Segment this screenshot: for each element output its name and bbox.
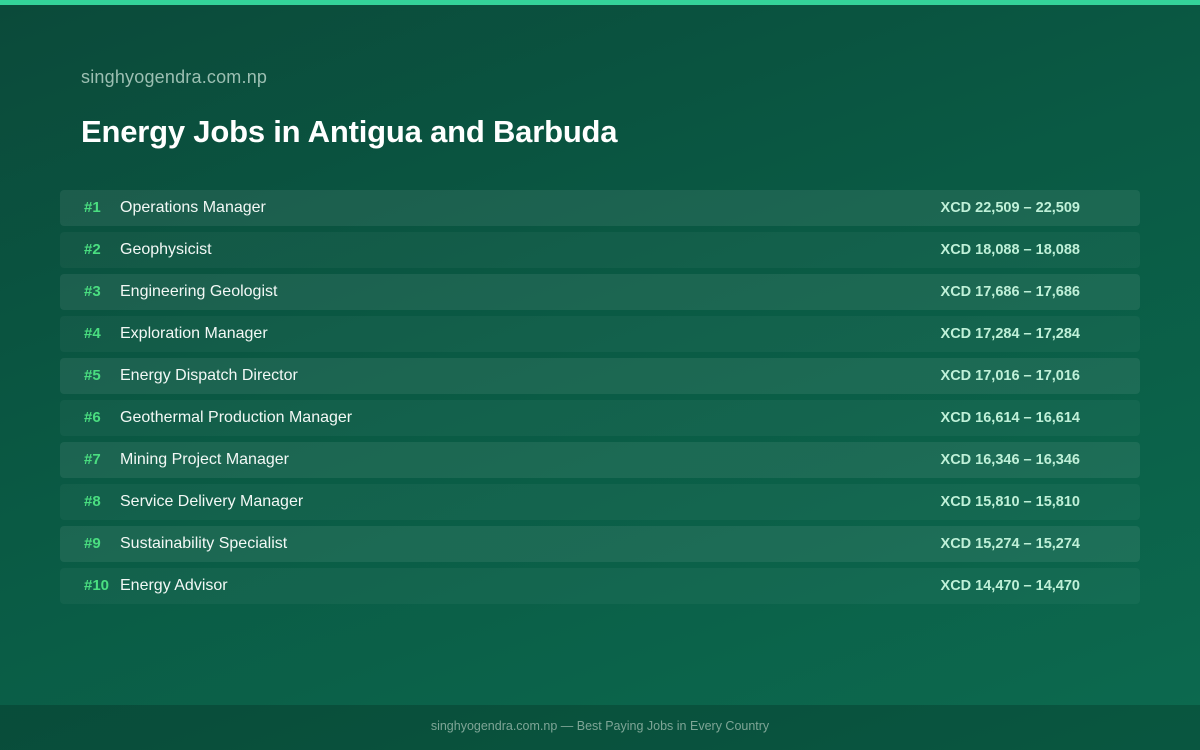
job-title: Exploration Manager [120, 325, 268, 342]
job-row-5: #5 Energy Dispatch Director XCD 17,016 –… [60, 358, 1140, 394]
job-salary: XCD 22,509 – 22,509 [940, 200, 1080, 216]
job-rank: #3 [84, 283, 101, 300]
job-salary: XCD 17,284 – 17,284 [940, 326, 1080, 342]
job-salary: XCD 15,810 – 15,810 [940, 494, 1080, 510]
job-rank: #4 [84, 325, 101, 342]
job-title: Engineering Geologist [120, 283, 278, 300]
job-list: #1 Operations Manager XCD 22,509 – 22,50… [60, 190, 1140, 610]
job-row-7: #7 Mining Project Manager XCD 16,346 – 1… [60, 442, 1140, 478]
job-salary: XCD 16,614 – 16,614 [940, 410, 1080, 426]
site-name: singhyogendra.com.np [81, 67, 268, 87]
job-title: Energy Advisor [120, 577, 228, 594]
job-title: Sustainability Specialist [120, 535, 288, 552]
job-rank: #9 [84, 535, 101, 552]
job-rank: #6 [84, 409, 101, 426]
job-title: Operations Manager [120, 199, 266, 216]
job-row-6: #6 Geothermal Production Manager XCD 16,… [60, 400, 1140, 436]
job-rank: #2 [84, 241, 101, 258]
job-rank: #5 [84, 367, 101, 384]
job-rank: #8 [84, 493, 101, 510]
job-salary: XCD 17,016 – 17,016 [940, 368, 1080, 384]
footer: singhyogendra.com.np — Best Paying Jobs … [0, 705, 1200, 750]
job-row-10: #10 Energy Advisor XCD 14,470 – 14,470 [60, 568, 1140, 604]
job-rank: #10 [84, 577, 110, 594]
job-title: Energy Dispatch Director [120, 367, 298, 384]
job-rank: #7 [84, 451, 101, 468]
job-salary: XCD 15,274 – 15,274 [940, 536, 1080, 552]
job-salary: XCD 14,470 – 14,470 [940, 578, 1080, 594]
footer-text: singhyogendra.com.np — Best Paying Jobs … [430, 719, 770, 733]
job-title: Service Delivery Manager [120, 493, 304, 510]
page-title: Energy Jobs in Antigua and Barbuda [81, 114, 618, 149]
top-accent-bar [0, 0, 1200, 5]
job-row-9: #9 Sustainability Specialist XCD 15,274 … [60, 526, 1140, 562]
job-rank: #1 [84, 199, 101, 216]
job-row-3: #3 Engineering Geologist XCD 17,686 – 17… [60, 274, 1140, 310]
job-salary: XCD 16,346 – 16,346 [940, 452, 1080, 468]
job-salary: XCD 17,686 – 17,686 [940, 284, 1080, 300]
job-row-1: #1 Operations Manager XCD 22,509 – 22,50… [60, 190, 1140, 226]
job-title: Geothermal Production Manager [120, 409, 353, 426]
job-row-2: #2 Geophysicist XCD 18,088 – 18,088 [60, 232, 1140, 268]
job-salary: XCD 18,088 – 18,088 [940, 242, 1080, 258]
job-row-4: #4 Exploration Manager XCD 17,284 – 17,2… [60, 316, 1140, 352]
job-title: Mining Project Manager [120, 451, 289, 468]
job-row-8: #8 Service Delivery Manager XCD 15,810 –… [60, 484, 1140, 520]
job-title: Geophysicist [120, 241, 212, 258]
